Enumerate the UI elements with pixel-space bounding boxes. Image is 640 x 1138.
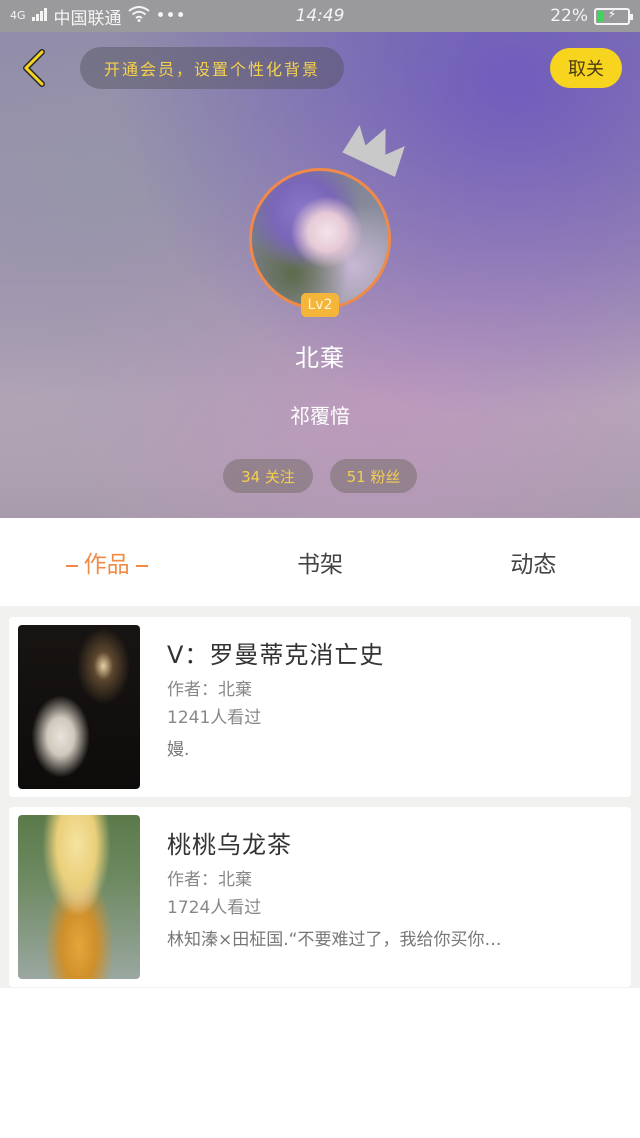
- status-right: 22% ⚡: [550, 6, 633, 26]
- work-title: 桃桃乌龙茶: [167, 831, 292, 859]
- fans-count[interactable]: 51 粉丝: [330, 459, 417, 493]
- tab-works-label: 作品: [83, 552, 130, 578]
- profile-tabs: 作品 书架 动态: [0, 518, 640, 606]
- charging-icon: ⚡: [607, 6, 617, 21]
- network-type: 4G: [10, 9, 26, 22]
- profile-header: 开通会员，设置个性化背景 取关 Lv2 北棄 祁覆愔 34 关注 51 粉丝: [0, 32, 640, 518]
- user-signature: 祁覆愔: [290, 404, 350, 428]
- carrier-name: 中国联通: [53, 8, 122, 29]
- chevron-left-icon: [23, 49, 45, 87]
- work-author: 作者：北棄: [167, 680, 252, 700]
- wifi-icon: [127, 5, 150, 27]
- battery-icon: ⚡: [594, 6, 633, 25]
- tab-activity[interactable]: 动态: [427, 545, 640, 579]
- tab-active-dash-right: [135, 564, 148, 567]
- tab-active-dash-left: [65, 564, 78, 567]
- tab-bookshelf-label: 书架: [296, 552, 343, 578]
- avatar[interactable]: [249, 168, 391, 310]
- level-badge: Lv2: [301, 293, 339, 317]
- work-card[interactable]: V：罗曼蒂克消亡史 作者：北棄 1241人看过 嫚.: [9, 617, 631, 797]
- work-description: 林知溱×田柾国.“不要难过了，我给你买你…: [167, 930, 502, 950]
- status-left: 4G 中国联通 •••: [10, 4, 186, 29]
- tab-activity-label: 动态: [510, 552, 557, 578]
- work-views: 1241人看过: [167, 708, 262, 728]
- battery-percent: 22%: [550, 6, 588, 26]
- work-views: 1724人看过: [167, 898, 262, 918]
- following-count[interactable]: 34 关注: [223, 459, 313, 493]
- work-cover-image: [18, 625, 140, 789]
- tab-bookshelf[interactable]: 书架: [213, 545, 426, 579]
- vip-banner[interactable]: 开通会员，设置个性化背景: [80, 47, 344, 89]
- work-card[interactable]: 桃桃乌龙茶 作者：北棄 1724人看过 林知溱×田柾国.“不要难过了，我给你买你…: [9, 807, 631, 987]
- unfollow-button[interactable]: 取关: [550, 48, 622, 88]
- work-description: 嫚.: [167, 740, 190, 760]
- back-button[interactable]: [14, 46, 54, 90]
- more-dots: •••: [155, 6, 186, 26]
- tab-works[interactable]: 作品: [0, 545, 213, 579]
- work-title: V：罗曼蒂克消亡史: [167, 641, 385, 669]
- work-cover-image: [18, 815, 140, 979]
- crown-icon: [342, 125, 405, 177]
- work-author: 作者：北棄: [167, 870, 252, 890]
- username: 北棄: [295, 344, 345, 372]
- status-bar: 4G 中国联通 ••• 14:49 22% ⚡: [0, 0, 640, 32]
- signal-icon: [31, 6, 48, 26]
